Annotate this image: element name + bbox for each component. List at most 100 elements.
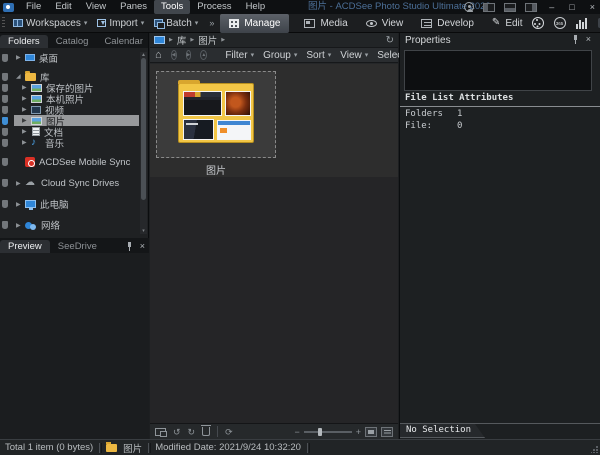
menu-view[interactable]: View: [79, 0, 113, 14]
tree-item-music[interactable]: ▶ ♪ 音乐: [0, 137, 148, 148]
zoom-slider-thumb[interactable]: [318, 428, 322, 436]
expand-arrow-icon[interactable]: ▶: [16, 54, 25, 61]
redo-icon[interactable]: ↻: [188, 426, 196, 438]
tree-item-documents[interactable]: ▶ 文档: [0, 126, 148, 137]
expand-arrow-icon[interactable]: ▶: [22, 84, 31, 91]
expand-arrow-icon[interactable]: ▶: [22, 117, 31, 124]
view-menu[interactable]: View ▾: [340, 50, 368, 61]
tree-scrollbar[interactable]: ▲ ▾: [140, 52, 147, 234]
tree-item-this-pc[interactable]: ▶ 此电脑: [0, 197, 148, 211]
quick-access-icon[interactable]: [2, 84, 8, 92]
layout-bottom-panel-icon[interactable]: [504, 3, 516, 12]
expand-arrow-icon[interactable]: ▶: [22, 139, 31, 146]
quick-access-icon[interactable]: [2, 200, 8, 208]
tree-item-network[interactable]: ▶ 网络: [0, 218, 148, 232]
acdsee-365-icon[interactable]: 365: [554, 17, 566, 29]
breadcrumb-arrow-icon[interactable]: ▶: [190, 37, 194, 43]
batch-button[interactable]: Batch ▾: [149, 15, 203, 32]
details-view-button[interactable]: [381, 427, 393, 437]
menu-file[interactable]: File: [19, 0, 48, 14]
zoom-slider[interactable]: [304, 431, 352, 433]
import-button[interactable]: Import ▾: [92, 15, 149, 32]
menu-edit[interactable]: Edit: [48, 0, 78, 14]
tree-item-videos[interactable]: ▶ 视频: [0, 104, 148, 115]
breadcrumb-library[interactable]: 库: [177, 33, 187, 47]
menu-process[interactable]: Process: [190, 0, 238, 14]
expand-arrow-icon[interactable]: ▶: [22, 95, 31, 102]
zoom-in-icon[interactable]: +: [356, 426, 361, 438]
expand-arrow-icon[interactable]: ▶: [16, 201, 25, 208]
scrollbar-thumb[interactable]: [141, 58, 146, 200]
film-reel-icon[interactable]: [532, 17, 544, 29]
quick-access-icon[interactable]: [2, 106, 8, 114]
undo-icon[interactable]: ↺: [173, 426, 181, 438]
expand-arrow-icon[interactable]: ▶: [16, 180, 25, 187]
mode-media[interactable]: Media: [295, 14, 356, 33]
quick-access-icon[interactable]: [2, 158, 8, 166]
tree-item-pictures-selected[interactable]: ▶ 图片: [0, 115, 148, 126]
tree-item-mobile-sync[interactable]: ACDSee Mobile Sync: [0, 155, 148, 169]
rotate-icon[interactable]: ⟳: [225, 426, 233, 438]
close-button[interactable]: ×: [587, 0, 598, 14]
thumbnail-area[interactable]: 图片: [150, 64, 398, 423]
zoom-out-icon[interactable]: −: [294, 426, 299, 438]
tab-seedrive[interactable]: SeeDrive: [50, 240, 105, 253]
quick-access-icon[interactable]: [2, 221, 8, 229]
maximize-button[interactable]: □: [566, 0, 577, 14]
account-icon[interactable]: [464, 2, 474, 12]
computer-icon[interactable]: [154, 36, 165, 44]
expand-arrow-icon[interactable]: ▶: [22, 106, 31, 113]
breadcrumb-arrow-icon[interactable]: ▶: [221, 37, 225, 43]
toolbar-overflow-button[interactable]: »: [203, 18, 220, 28]
thumbnail-view-button[interactable]: [365, 427, 377, 437]
no-selection-tab[interactable]: No Selection: [400, 424, 485, 438]
pin-icon[interactable]: [572, 35, 580, 44]
toolbar-grip[interactable]: [2, 17, 5, 29]
tab-catalog[interactable]: Catalog: [48, 35, 97, 48]
resize-grip[interactable]: [591, 446, 598, 453]
nav-forward-button[interactable]: ▶: [186, 50, 192, 60]
expand-arrow-icon[interactable]: ▶: [16, 222, 25, 229]
filter-menu[interactable]: Filter ▾: [225, 50, 254, 61]
tab-preview[interactable]: Preview: [0, 240, 50, 253]
breadcrumb-arrow-icon[interactable]: ▶: [169, 37, 173, 43]
menu-tools[interactable]: Tools: [154, 0, 190, 14]
nav-up-button[interactable]: ▲: [200, 50, 207, 60]
tree-item-camera-roll[interactable]: ▶ 本机照片: [0, 93, 148, 104]
quick-access-icon-active[interactable]: [2, 117, 8, 125]
quick-access-icon[interactable]: [2, 73, 8, 81]
layout-left-panel-icon[interactable]: [483, 3, 495, 12]
quick-access-icon[interactable]: [2, 179, 8, 187]
collapse-arrow-icon[interactable]: ◢: [16, 73, 25, 80]
tab-calendar[interactable]: Calendar: [96, 35, 151, 48]
quick-access-icon[interactable]: [2, 139, 8, 147]
trash-icon[interactable]: [202, 427, 210, 436]
tab-folders[interactable]: Folders: [0, 35, 48, 48]
tree-item-cloud-sync[interactable]: ▶ ☁ Cloud Sync Drives: [0, 176, 148, 190]
mode-manage[interactable]: Manage: [220, 14, 289, 33]
folder-tile-selected[interactable]: [156, 71, 276, 158]
layout-right-panel-icon[interactable]: [525, 3, 537, 12]
close-icon[interactable]: ×: [140, 242, 145, 251]
group-menu[interactable]: Group ▾: [263, 50, 297, 61]
menu-help[interactable]: Help: [239, 0, 273, 14]
workspaces-button[interactable]: Workspaces ▾: [8, 15, 92, 32]
dashboard-bars-icon[interactable]: [576, 18, 588, 29]
close-icon[interactable]: ×: [586, 35, 591, 44]
nav-back-button[interactable]: ◀: [171, 50, 177, 60]
minimize-button[interactable]: –: [546, 0, 557, 14]
sort-menu[interactable]: Sort ▾: [306, 50, 331, 61]
menu-panes[interactable]: Panes: [113, 0, 154, 14]
external-viewer-icon[interactable]: [155, 428, 166, 436]
tree-item-desktop[interactable]: ▶ 桌面: [0, 52, 148, 63]
mode-develop[interactable]: Develop: [412, 14, 483, 33]
pin-icon[interactable]: [126, 242, 134, 251]
mode-edit[interactable]: ✎ Edit: [483, 14, 532, 33]
refresh-icon[interactable]: ↻: [386, 35, 394, 46]
quick-access-icon[interactable]: [2, 54, 8, 62]
breadcrumb-pictures[interactable]: 图片: [198, 33, 217, 47]
expand-arrow-icon[interactable]: ▶: [22, 128, 31, 135]
scroll-down-icon[interactable]: ▾: [140, 228, 147, 234]
quick-access-icon[interactable]: [2, 95, 8, 103]
mode-view[interactable]: View: [357, 14, 413, 33]
